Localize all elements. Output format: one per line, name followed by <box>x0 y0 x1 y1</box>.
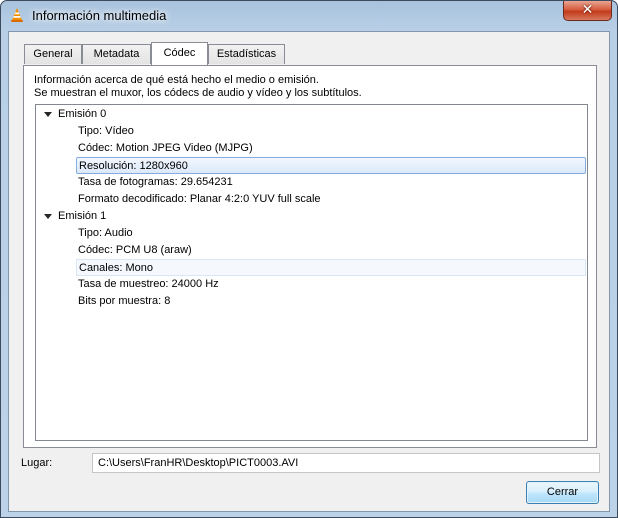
tab-estadisticas[interactable]: Estadísticas <box>208 44 285 64</box>
tree-item[interactable]: Códec: Motion JPEG Video (MJPG) <box>78 140 253 157</box>
tree-item[interactable]: Bits por muestra: 8 <box>78 293 170 310</box>
tree-item-hover[interactable]: Canales: Mono <box>76 259 586 276</box>
description-line-1: Información acerca de qué está hecho el … <box>34 74 319 86</box>
expand-arrow-icon[interactable] <box>44 112 52 117</box>
close-button[interactable]: Cerrar <box>526 481 599 504</box>
window-title: Información multimedia <box>32 8 167 23</box>
vlc-cone-icon <box>11 8 23 22</box>
tab-general[interactable]: General <box>24 44 82 64</box>
close-icon: ✕ <box>581 2 594 18</box>
expand-arrow-icon[interactable] <box>44 214 52 219</box>
location-field[interactable]: C:\Users\FranHR\Desktop\PICT0003.AVI <box>92 453 600 473</box>
tree-item-selected[interactable]: Resolución: 1280x960 <box>76 157 586 174</box>
tab-metadata[interactable]: Metadata <box>82 44 151 64</box>
codec-tree[interactable]: Emisión 0 Tipo: Vídeo Códec: Motion JPEG… <box>35 104 588 441</box>
panel-description: Información acerca de qué está hecho el … <box>34 74 362 100</box>
title-bar[interactable]: Información multimedia ✕ <box>1 1 617 31</box>
description-line-2: Se muestran el muxor, los códecs de audi… <box>34 87 362 99</box>
tree-item[interactable]: Tipo: Audio <box>78 225 133 242</box>
tree-item[interactable]: Tipo: Vídeo <box>78 123 134 140</box>
tab-codec[interactable]: Códec <box>151 42 208 65</box>
tree-item[interactable]: Tasa de fotogramas: 29.654231 <box>78 174 233 191</box>
tree-item[interactable]: Formato decodificado: Planar 4:2:0 YUV f… <box>78 191 321 208</box>
location-label: Lugar: <box>21 457 53 469</box>
tree-item[interactable]: Tasa de muestreo: 24000 Hz <box>78 276 219 293</box>
tree-node-stream-0[interactable]: Emisión 0 <box>58 106 106 123</box>
dialog-body: General Metadata Códec Estadísticas Info… <box>8 31 610 512</box>
tree-item[interactable]: Códec: PCM U8 (araw) <box>78 242 192 259</box>
codec-panel: Información acerca de qué está hecho el … <box>23 65 597 448</box>
tree-node-stream-1[interactable]: Emisión 1 <box>58 208 106 225</box>
media-info-window: Información multimedia ✕ General Metadat… <box>0 0 618 518</box>
close-window-button[interactable]: ✕ <box>563 1 612 21</box>
